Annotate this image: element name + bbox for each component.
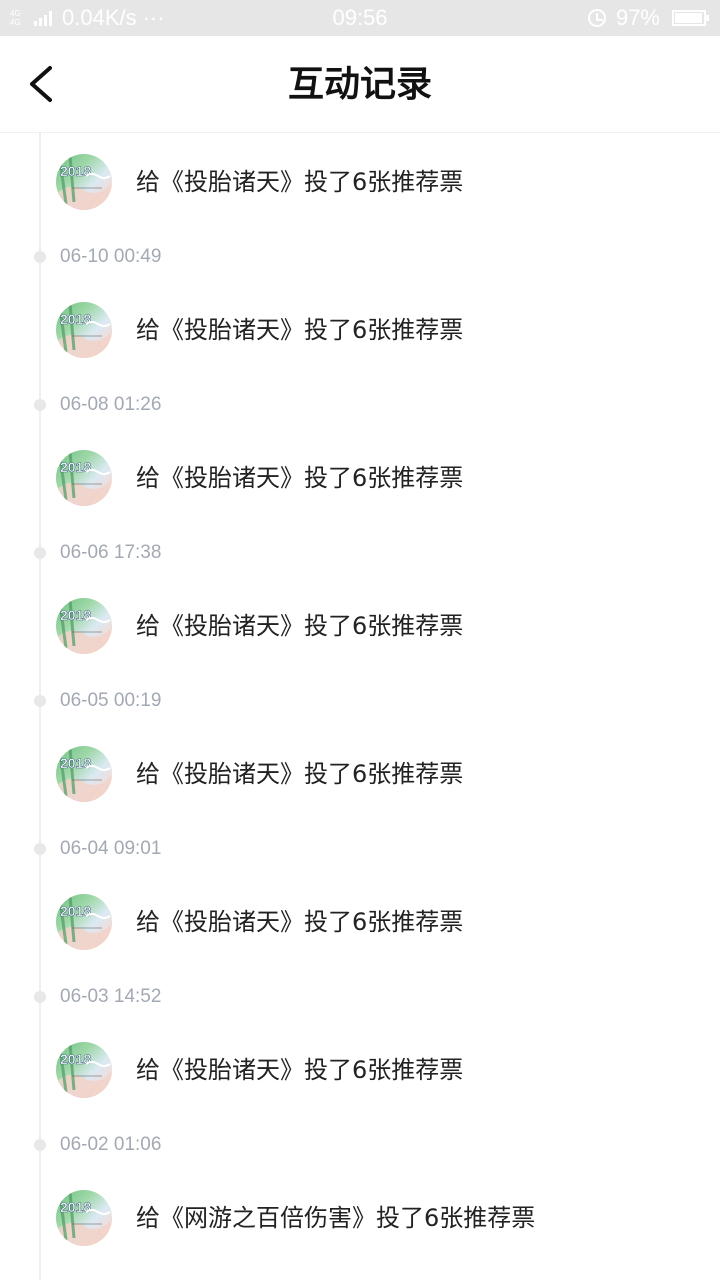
timeline-dot <box>34 843 46 855</box>
timeline-dot <box>34 1139 46 1151</box>
record-timestamp: 06-03 14:52 <box>60 986 162 1007</box>
avatar[interactable]: 2018 <box>56 450 112 506</box>
record-timestamp: 06-04 09:01 <box>60 838 162 859</box>
avatar-image: 2018 <box>56 303 112 358</box>
record-item[interactable]: 2018 给《投胎诸天》投了6张推荐票 06-05 00:19 <box>0 576 720 724</box>
timeline-dot <box>34 399 46 411</box>
avatar[interactable]: 2018 <box>56 302 112 358</box>
record-timestamp: 06-06 17:38 <box>60 542 162 563</box>
interaction-timeline[interactable]: 2018 给《投胎诸天》投了6张推荐票 06-10 00:49 2018 给《投… <box>0 132 720 1280</box>
record-text: 给《网游之百倍伤害》投了6张推荐票 <box>136 1204 536 1232</box>
record-timestamp: 06-10 00:49 <box>60 246 162 267</box>
record-text: 给《投胎诸天》投了6张推荐票 <box>136 316 464 344</box>
avatar[interactable]: 2018 <box>56 154 112 210</box>
record-timestamp: 06-08 01:26 <box>60 394 162 415</box>
timeline-dot <box>34 695 46 707</box>
avatar[interactable]: 2018 <box>56 1190 112 1246</box>
record-text: 给《投胎诸天》投了6张推荐票 <box>136 168 464 196</box>
record-item[interactable]: 2018 给《投胎诸天》投了6张推荐票 06-10 00:49 <box>0 132 720 280</box>
timeline-dot <box>34 251 46 263</box>
record-timestamp: 06-02 01:06 <box>60 1134 162 1155</box>
avatar-image: 2018 <box>56 1043 112 1098</box>
avatar-image: 2018 <box>56 747 112 802</box>
page-title: 互动记录 <box>287 63 432 105</box>
record-text: 给《投胎诸天》投了6张推荐票 <box>136 464 464 492</box>
record-text: 给《投胎诸天》投了6张推荐票 <box>136 612 464 640</box>
battery-percent: 97% <box>615 5 660 30</box>
avatar[interactable]: 2018 <box>56 746 112 802</box>
battery-fill <box>675 13 702 23</box>
record-item[interactable]: 2018 给《投胎诸天》投了6张推荐票 06-08 01:26 <box>0 280 720 428</box>
avatar-image: 2018 <box>56 155 112 210</box>
record-item[interactable]: 2018 给《投胎诸天》投了6张推荐票 06-02 01:06 <box>0 1020 720 1168</box>
avatar[interactable]: 2018 <box>56 1042 112 1098</box>
avatar-image: 2018 <box>56 451 112 506</box>
record-text: 给《投胎诸天》投了6张推荐票 <box>136 1056 464 1084</box>
avatar-image: 2018 <box>56 599 112 654</box>
avatar-image: 2018 <box>56 1191 112 1246</box>
record-item[interactable]: 2018 给《网游之百倍伤害》投了6张推荐票 <box>0 1168 720 1280</box>
record-item[interactable]: 2018 给《投胎诸天》投了6张推荐票 06-04 09:01 <box>0 724 720 872</box>
timeline-dot <box>34 547 46 559</box>
timeline-dot <box>34 991 46 1003</box>
chevron-left-icon <box>30 66 52 102</box>
record-text: 给《投胎诸天》投了6张推荐票 <box>136 908 464 936</box>
avatar-image: 2018 <box>56 895 112 950</box>
status-right: 97% <box>587 5 709 31</box>
status-bar: 4G 4G 0.04K/s ··· 09:56 97% <box>0 0 720 36</box>
alarm-icon <box>587 9 606 27</box>
record-item[interactable]: 2018 给《投胎诸天》投了6张推荐票 06-03 14:52 <box>0 872 720 1020</box>
avatar[interactable]: 2018 <box>56 598 112 654</box>
avatar[interactable]: 2018 <box>56 894 112 950</box>
navigation-header: 互动记录 <box>0 36 720 133</box>
record-text: 给《投胎诸天》投了6张推荐票 <box>136 760 464 788</box>
battery-icon <box>672 10 709 26</box>
back-button[interactable] <box>20 60 64 108</box>
record-item[interactable]: 2018 给《投胎诸天》投了6张推荐票 06-06 17:38 <box>0 428 720 576</box>
record-timestamp: 06-05 00:19 <box>60 690 162 711</box>
